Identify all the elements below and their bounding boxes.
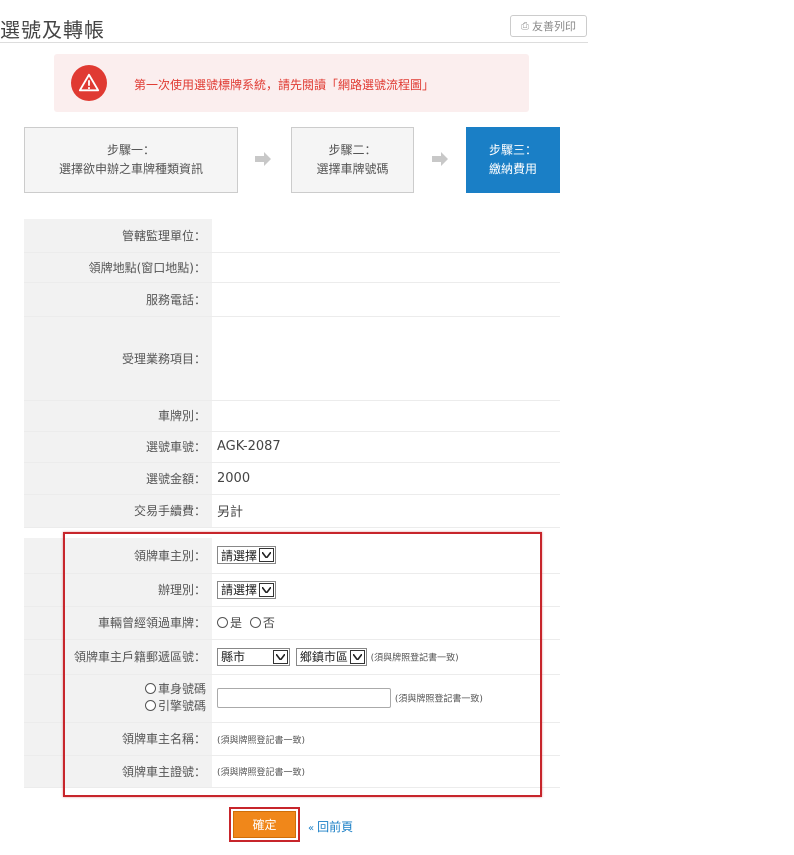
plate-info-table: 管轄監理單位： 領牌地點(窗口地點)： 服務電話： 受理業務項目： 車牌別： 選… — [24, 219, 560, 528]
back-link-label: 回前頁 — [317, 820, 354, 834]
step-1: 步驟一： 選擇欲申辦之車牌種類資訊 — [24, 127, 238, 193]
owner-type-select[interactable]: 請選擇 — [217, 546, 277, 565]
chevron-down-icon — [349, 649, 365, 664]
handling-type-label: 辦理別： — [24, 573, 212, 607]
amount-label: 選號金額： — [24, 462, 212, 495]
postal-hint: (須與牌照登記書一致) — [370, 653, 459, 663]
engine-number-label: 引擎號碼 — [157, 699, 206, 713]
fee-value: 另計 — [212, 494, 560, 528]
step-1-desc: 選擇欲申辦之車牌種類資訊 — [58, 162, 203, 176]
arrow-right-icon — [432, 152, 448, 166]
amount-value: 2000 — [212, 462, 560, 495]
step-1-title: 步驟一： — [106, 143, 155, 157]
district-select[interactable]: 鄉鎮市區 — [295, 647, 367, 666]
plate-number-value: AGK-2087 — [212, 431, 560, 463]
step-2-title: 步驟二： — [328, 143, 377, 157]
services-label: 受理業務項目： — [24, 316, 212, 401]
county-select[interactable]: 縣市 — [217, 647, 290, 666]
vehicle-number-input[interactable] — [217, 688, 391, 708]
owner-type-selected: 請選擇 — [221, 548, 258, 563]
owner-form-table: 領牌車主別： 請選擇 辦理別： 請選擇 車輛曾經領過車牌： 是 否 領牌車主戶籍… — [24, 538, 560, 788]
handling-type-selected: 請選擇 — [221, 583, 258, 597]
step-3: 步驟三： 繳納費用 — [466, 127, 560, 193]
location-value — [212, 252, 560, 283]
owner-type-label: 領牌車主別： — [24, 538, 212, 574]
owner-id-label: 領牌車主證號： — [24, 755, 212, 788]
body-number-label: 車身號碼 — [157, 682, 206, 696]
previous-plate-yes-radio[interactable] — [217, 617, 228, 628]
print-icon: ⎙ — [521, 20, 529, 32]
chevron-down-icon — [273, 649, 288, 664]
previous-plate-no-label: 否 — [262, 616, 275, 630]
step-2-desc: 選擇車牌號碼 — [316, 162, 389, 176]
plate-number-label: 選號車號： — [24, 431, 212, 463]
previous-plate-no-radio[interactable] — [249, 617, 261, 628]
step-2: 步驟二： 選擇車牌號碼 — [291, 127, 414, 193]
page-title: 選號及轉帳 — [0, 18, 105, 42]
chevron-down-icon — [259, 548, 275, 563]
back-link[interactable]: «回前頁 — [308, 818, 353, 835]
owner-name-label: 領牌車主名稱： — [24, 722, 212, 756]
plate-type-value — [212, 400, 560, 432]
step-3-title: 步驟三： — [488, 143, 537, 157]
print-button-label: 友善列印 — [532, 20, 576, 33]
postal-label: 領牌車主戶籍郵遞區號： — [24, 639, 212, 675]
fee-label: 交易手續費： — [24, 494, 212, 528]
notice-banner: 第一次使用選號標牌系統，請先閱讀「網路選號流程圖」 — [54, 54, 529, 112]
previous-plate-yes-label: 是 — [230, 616, 243, 630]
phone-value — [212, 282, 560, 317]
owner-id-hint: (須與牌照登記書一致) — [217, 768, 306, 778]
print-button[interactable]: ⎙ 友善列印 — [510, 15, 587, 37]
supervising-unit-value — [212, 219, 560, 253]
notice-link[interactable]: 第一次使用選號標牌系統，請先閱讀「網路選號流程圖」 — [134, 76, 434, 93]
vehicle-number-type: 車身號碼 引擎號碼 — [24, 674, 212, 723]
arrow-right-icon — [255, 152, 271, 166]
double-chevron-left-icon: « — [308, 823, 315, 834]
supervising-unit-label: 管轄監理單位： — [24, 219, 212, 253]
plate-type-label: 車牌別： — [24, 400, 212, 432]
warning-icon — [71, 65, 107, 101]
phone-label: 服務電話： — [24, 282, 212, 317]
county-selected: 縣市 — [221, 650, 246, 664]
step-3-desc: 繳納費用 — [488, 162, 537, 176]
confirm-button[interactable]: 確定 — [233, 811, 296, 838]
owner-name-hint: (須與牌照登記書一致) — [217, 735, 306, 746]
services-value — [212, 316, 560, 401]
location-label: 領牌地點(窗口地點)： — [24, 252, 212, 283]
title-divider — [0, 42, 588, 43]
body-number-radio[interactable] — [144, 683, 156, 694]
vehicle-number-hint: (須與牌照登記書一致) — [394, 694, 483, 705]
district-selected: 鄉鎮市區 — [299, 650, 348, 664]
chevron-down-icon — [259, 582, 275, 597]
engine-number-radio[interactable] — [144, 700, 156, 711]
previous-plate-label: 車輛曾經領過車牌： — [24, 606, 212, 640]
handling-type-select[interactable]: 請選擇 — [217, 580, 277, 599]
